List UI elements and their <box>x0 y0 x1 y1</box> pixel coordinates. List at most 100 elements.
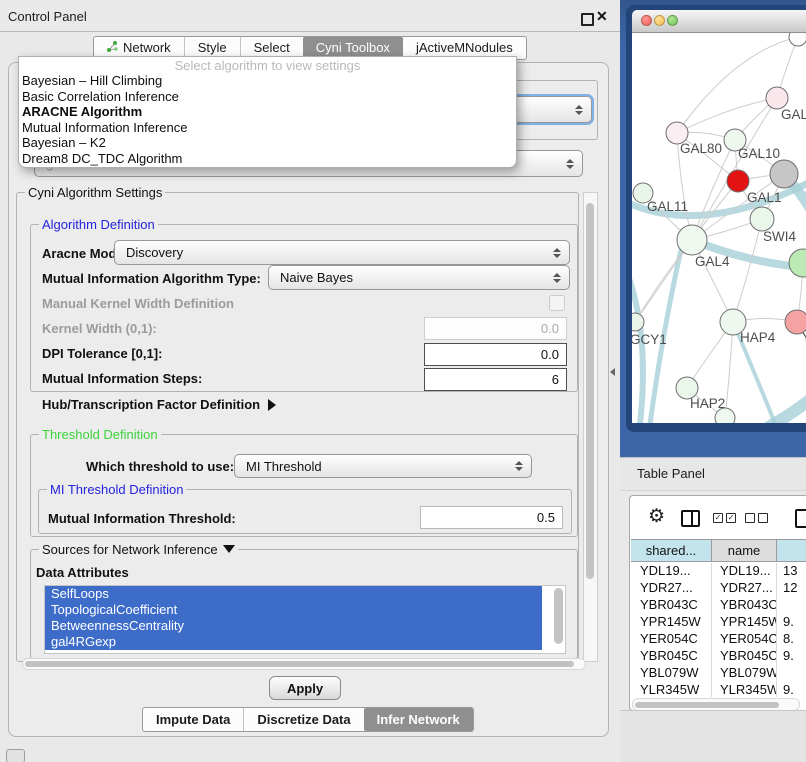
which-threshold-combo[interactable]: MI Threshold <box>234 454 532 478</box>
mi-type-combo[interactable]: Naive Bayes <box>268 265 570 290</box>
column-header-shared[interactable]: shared... <box>631 539 712 562</box>
dropdown-item-aracne[interactable]: ARACNE Algorithm <box>19 104 516 120</box>
network-node-label: GAL11 <box>647 199 688 214</box>
settings-horizontal-scrollbar-thumb[interactable] <box>25 661 574 667</box>
network-edge[interactable] <box>733 219 762 322</box>
table-cell[interactable]: 9. <box>777 682 806 697</box>
dropdown-item[interactable]: Basic Correlation Inference <box>19 89 516 105</box>
column-header-partial[interactable] <box>777 539 806 562</box>
table-cell[interactable]: YDR27... <box>712 580 777 597</box>
table-cell[interactable]: YER054C <box>712 631 777 648</box>
network-edge[interactable] <box>677 37 798 133</box>
list-item-selected[interactable]: TopologicalCoefficient <box>45 602 542 618</box>
table-cell[interactable]: YLR345W <box>712 682 777 697</box>
collapse-down-icon[interactable] <box>223 545 235 553</box>
document-icon[interactable] <box>795 509 806 528</box>
table-cell[interactable]: YBR043C <box>712 597 777 614</box>
table-cell[interactable]: 9. <box>777 648 806 665</box>
select-all-columns-icon[interactable]: ✓✓ <box>713 513 736 523</box>
network-node-swi4[interactable] <box>789 249 806 277</box>
list-scrollbar-thumb[interactable] <box>554 588 563 644</box>
table-row[interactable]: YLR345WYLR345W9. <box>631 682 806 697</box>
bottom-corner-icon[interactable] <box>6 749 25 762</box>
table-row[interactable]: YDR27...YDR27...12 <box>631 580 806 597</box>
table-cell[interactable]: YLR345W <box>631 682 712 697</box>
mi-steps-field[interactable]: 6 <box>424 368 567 391</box>
aracne-mode-value: Discovery <box>126 245 183 260</box>
table-horizontal-scrollbar-thumb[interactable] <box>635 702 779 708</box>
list-item-selected[interactable]: gal4RGexp <box>45 634 542 650</box>
table-cell[interactable]: 13 <box>777 563 806 580</box>
table-cell[interactable]: YBR045C <box>631 648 712 665</box>
table-cell[interactable]: YDL19... <box>631 563 712 580</box>
tab-impute-data[interactable]: Impute Data <box>143 708 243 731</box>
table-row[interactable]: YBL079WYBL079W <box>631 665 806 682</box>
network-node-label: GAL <box>781 107 806 122</box>
table-cell[interactable]: YBR043C <box>631 597 712 614</box>
columns-icon[interactable] <box>681 510 700 527</box>
network-node[interactable] <box>789 33 806 46</box>
list-item-selected[interactable]: BetweennessCentrality <box>45 618 542 634</box>
aracne-mode-combo[interactable]: Discovery <box>114 240 570 265</box>
network-edge[interactable] <box>677 98 777 133</box>
data-attributes-label: Data Attributes <box>36 565 129 580</box>
close-icon[interactable]: ✕ <box>596 8 608 25</box>
table-cell[interactable]: 8. <box>777 631 806 648</box>
list-item-selected[interactable]: SelfLoops <box>45 586 542 602</box>
settings-scrollbar-thumb[interactable] <box>586 203 594 579</box>
network-view-canvas[interactable]: GALGAL80GAL10GAL1GAL11SWI4GAL4GCY1HAP4YH… <box>632 33 806 423</box>
table-cell[interactable]: YBL079W <box>712 665 777 682</box>
tab-discretize-data[interactable]: Discretize Data <box>243 708 363 731</box>
table-cell[interactable]: 9. <box>777 614 806 631</box>
table-cell[interactable]: YBL079W <box>631 665 712 682</box>
minimize-traffic-light-icon[interactable] <box>654 15 665 26</box>
table-row[interactable]: YDL19...YDL19...13 <box>631 563 806 580</box>
network-node[interactable] <box>727 170 749 192</box>
network-edge[interactable] <box>725 322 733 418</box>
table-row[interactable]: YER054CYER054C8. <box>631 631 806 648</box>
network-node-gal1[interactable] <box>750 207 774 231</box>
table-row[interactable]: YBR043CYBR043C <box>631 597 806 614</box>
mi-threshold-field[interactable]: 0.5 <box>420 506 563 529</box>
table-cell[interactable] <box>777 597 806 614</box>
dropdown-item[interactable]: Bayesian – Hill Climbing <box>19 73 516 89</box>
apply-button[interactable]: Apply <box>269 676 341 700</box>
network-window-titlebar[interactable] <box>632 10 806 33</box>
panel-divider-collapse-icon[interactable] <box>610 368 615 376</box>
table-cell[interactable] <box>777 665 806 682</box>
dropdown-item[interactable]: Mutual Information Inference <box>19 120 516 136</box>
kernel-width-field[interactable]: 0.0 <box>424 317 567 340</box>
table-cell[interactable]: 12 <box>777 580 806 597</box>
float-window-icon[interactable] <box>581 13 594 26</box>
table-cell[interactable]: YBR045C <box>712 648 777 665</box>
dropdown-item[interactable]: Dream8 DC_TDC Algorithm <box>19 151 516 167</box>
mi-type-label: Mutual Information Algorithm Type: <box>42 271 261 286</box>
sources-title-text: Sources for Network Inference <box>42 542 218 557</box>
network-node[interactable] <box>715 408 735 423</box>
table-cell[interactable]: YPR145W <box>712 614 777 631</box>
settings-scrollbar[interactable] <box>583 192 598 662</box>
deselect-all-columns-icon[interactable] <box>745 513 768 523</box>
table-cell[interactable]: YER054C <box>631 631 712 648</box>
tab-infer-network[interactable]: Infer Network <box>364 708 473 731</box>
network-node[interactable] <box>770 160 798 188</box>
dpi-tolerance-field[interactable]: 0.0 <box>424 343 567 366</box>
manual-kernel-checkbox[interactable] <box>549 295 565 311</box>
dpi-tolerance-value: 0.0 <box>541 347 559 362</box>
table-row[interactable]: YBR045CYBR045C9. <box>631 648 806 665</box>
dropdown-item[interactable]: Bayesian – K2 <box>19 135 516 151</box>
table-cell[interactable]: YDL19... <box>712 563 777 580</box>
table-cell[interactable]: YDR27... <box>631 580 712 597</box>
column-header-name[interactable]: name <box>712 539 777 562</box>
data-attributes-list[interactable]: SelfLoops TopologicalCoefficient Between… <box>44 585 566 654</box>
network-node-label: HAP2 <box>690 396 725 411</box>
close-traffic-light-icon[interactable] <box>641 15 652 26</box>
table-row[interactable]: YPR145WYPR145W9. <box>631 614 806 631</box>
zoom-traffic-light-icon[interactable] <box>667 15 678 26</box>
hub-definition-toggle[interactable]: Hub/Transcription Factor Definition <box>42 397 276 412</box>
network-node-gal4[interactable] <box>677 225 707 255</box>
table-cell[interactable]: YPR145W <box>631 614 712 631</box>
settings-horizontal-scrollbar[interactable] <box>22 658 586 670</box>
gear-icon[interactable]: ⚙ <box>648 507 665 526</box>
network-node-gal[interactable] <box>766 87 788 109</box>
